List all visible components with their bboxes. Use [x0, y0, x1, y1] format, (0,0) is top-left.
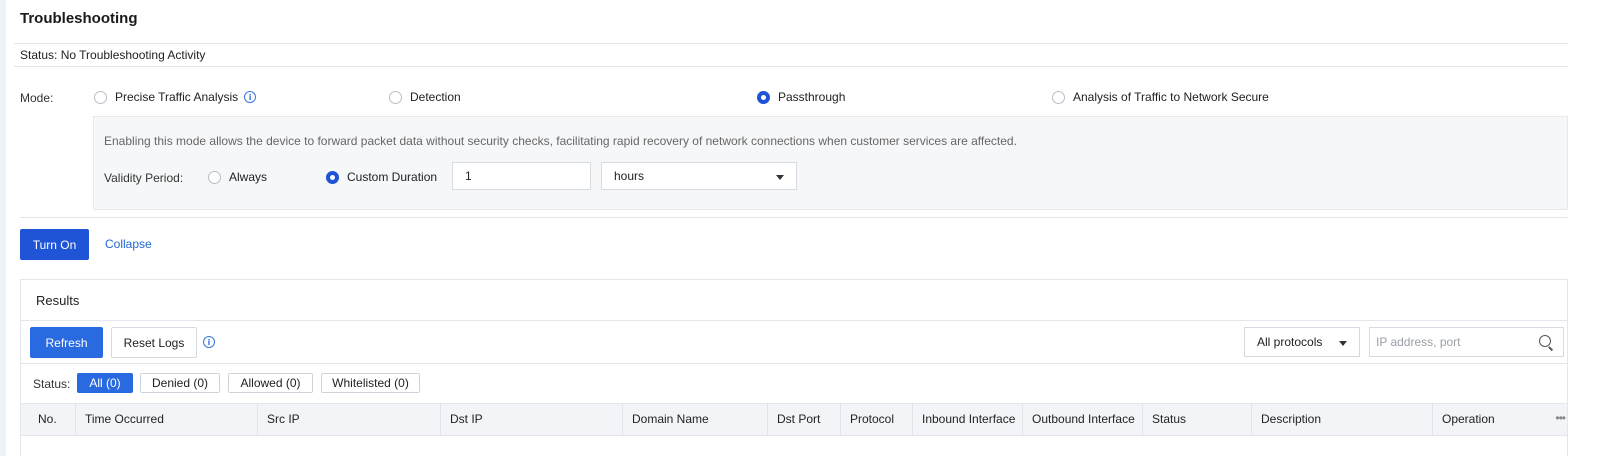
validity-period-label: Validity Period: [104, 171, 184, 185]
refresh-button[interactable]: Refresh [30, 327, 103, 358]
duration-input[interactable]: 1 [452, 162, 591, 190]
title-divider [14, 43, 1568, 44]
reset-logs-button[interactable]: Reset Logs [111, 327, 197, 358]
radio-circle-selected [757, 90, 770, 104]
config-divider [20, 217, 1568, 218]
column-header-status[interactable]: Status [1142, 404, 1251, 435]
column-header-src-ip[interactable]: Src IP [257, 404, 440, 435]
filter-chip-all[interactable]: All (0) [77, 373, 133, 393]
search-icon[interactable] [1539, 335, 1554, 351]
column-header-outbound-interface[interactable]: Outbound Interface [1022, 404, 1142, 435]
results-table-header: No. Time Occurred Src IP Dst IP Domain N… [21, 403, 1567, 436]
turn-on-button[interactable]: Turn On [20, 229, 89, 260]
duration-unit-value: hours [614, 169, 645, 183]
collapse-link[interactable]: Collapse [105, 237, 152, 251]
search-placeholder: IP address, port [1376, 335, 1461, 349]
column-header-operation[interactable]: Operation [1432, 404, 1550, 435]
chevron-down-icon [776, 175, 784, 180]
radio-circle [389, 90, 402, 104]
column-header-domain-name[interactable]: Domain Name [622, 404, 767, 435]
page-title: Troubleshooting [20, 10, 138, 27]
radio-circle-selected [326, 170, 339, 184]
radio-label: Passthrough [778, 90, 846, 104]
filter-chip-whitelisted[interactable]: Whitelisted (0) [321, 373, 420, 393]
status-filter-label: Status: [33, 377, 71, 391]
search-input[interactable]: IP address, port [1369, 327, 1564, 357]
column-header-inbound-interface[interactable]: Inbound Interface [912, 404, 1022, 435]
mode-description: Enabling this mode allows the device to … [104, 134, 1017, 148]
left-edge-strip [0, 0, 6, 456]
column-header-dst-ip[interactable]: Dst IP [440, 404, 622, 435]
column-header-time-occurred[interactable]: Time Occurred [75, 404, 257, 435]
radio-label: Custom Duration [347, 170, 438, 184]
status-divider [14, 66, 1568, 67]
protocol-filter-select[interactable]: All protocols [1244, 327, 1360, 357]
troubleshooting-status: Status: No Troubleshooting Activity [20, 48, 206, 62]
radio-circle [1052, 90, 1065, 104]
validity-radio-always[interactable]: Always [208, 170, 267, 184]
radio-label: Always [229, 170, 268, 184]
mode-label: Mode: [20, 91, 54, 105]
results-header-divider [21, 320, 1567, 321]
filter-chip-denied[interactable]: Denied (0) [140, 373, 220, 393]
radio-label: Detection [410, 90, 461, 104]
info-icon[interactable]: i [244, 91, 257, 103]
column-header-dst-port[interactable]: Dst Port [767, 404, 840, 435]
mode-radio-precise-traffic-analysis[interactable]: Precise Traffic Analysis i [94, 90, 257, 104]
validity-radio-custom-duration[interactable]: Custom Duration [326, 170, 437, 184]
mode-radio-detection[interactable]: Detection [389, 90, 461, 104]
radio-label: Precise Traffic Analysis [115, 90, 239, 104]
radio-circle [208, 170, 221, 184]
column-header-description[interactable]: Description [1251, 404, 1432, 435]
filter-chip-allowed[interactable]: Allowed (0) [228, 373, 313, 393]
column-header-no[interactable]: No. [29, 404, 75, 435]
passthrough-config-panel: Enabling this mode allows the device to … [93, 116, 1568, 210]
radio-circle [94, 90, 107, 104]
info-icon[interactable]: i [203, 336, 215, 348]
results-title: Results [36, 293, 80, 308]
mode-radio-passthrough[interactable]: Passthrough [757, 90, 845, 104]
protocol-filter-value: All protocols [1257, 335, 1323, 349]
mode-radio-analysis-network-secure[interactable]: Analysis of Traffic to Network Secure [1052, 90, 1269, 104]
column-header-protocol[interactable]: Protocol [840, 404, 912, 435]
duration-unit-select[interactable]: hours [601, 162, 797, 190]
radio-label: Analysis of Traffic to Network Secure [1073, 90, 1269, 104]
chevron-down-icon [1339, 341, 1347, 346]
more-icon[interactable]: ••• [1555, 404, 1566, 435]
results-section: Results Refresh Reset Logs i All protoco… [20, 279, 1568, 456]
toolbar-divider [21, 363, 1567, 364]
